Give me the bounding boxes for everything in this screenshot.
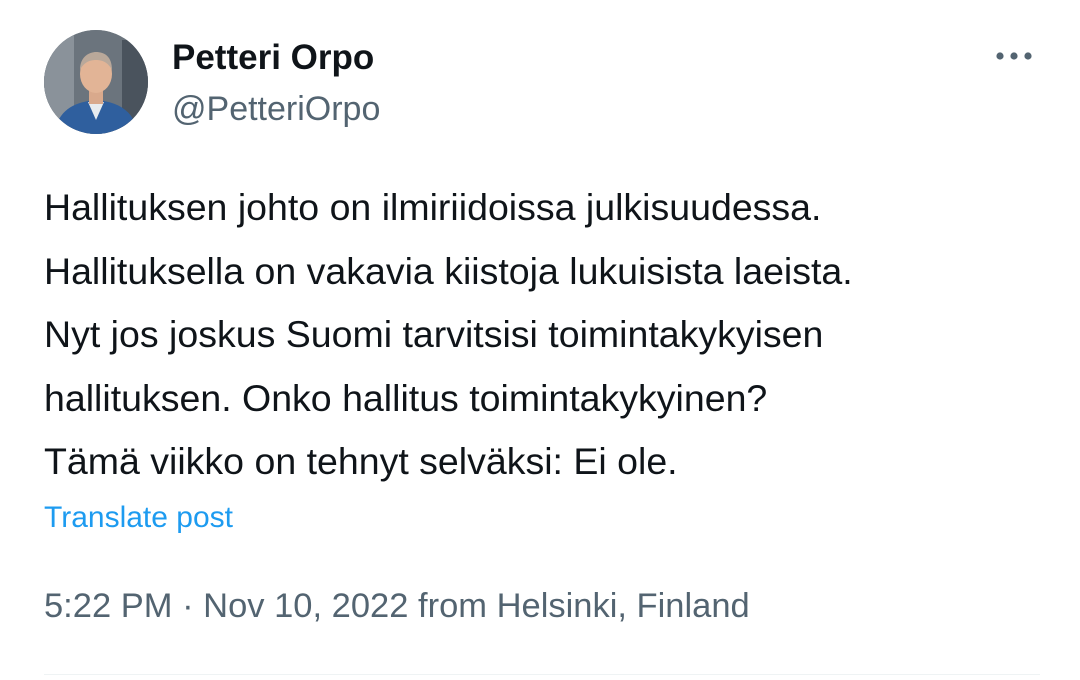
- tweet-text-line: Hallituksen johto on ilmiriidoissa julki…: [44, 186, 822, 228]
- author-name[interactable]: Petteri Orpo: [172, 38, 374, 78]
- timestamp-time[interactable]: 5:22 PM: [44, 587, 172, 625]
- avatar[interactable]: [44, 30, 148, 134]
- timestamp-date[interactable]: Nov 10, 2022: [203, 587, 408, 625]
- location-prefix: from: [418, 587, 487, 625]
- tweet-metadata: 5:22 PM · Nov 10, 2022 from Helsinki, Fi…: [44, 584, 750, 628]
- tweet-text-line: Hallituksella on vakavia kiistoja lukuis…: [44, 249, 853, 292]
- meta-separator: ·: [182, 587, 194, 625]
- tweet-text-line: Tämä viikko on tehnyt selväksi: Ei ole.: [44, 440, 678, 483]
- avatar-photo: [44, 30, 148, 134]
- author-handle[interactable]: @PetteriOrpo: [172, 89, 380, 129]
- divider: [44, 674, 1040, 675]
- more-options-button[interactable]: [988, 36, 1040, 76]
- tweet-card: Petteri Orpo @PetteriOrpo Hallituksen jo…: [0, 0, 1080, 680]
- tweet-text-line: Nyt jos joskus Suomi tarvitsisi toiminta…: [44, 313, 824, 356]
- location: Helsinki, Finland: [496, 587, 750, 625]
- tweet-text: Hallituksen johto on ilmiriidoissa julki…: [44, 176, 1054, 494]
- translate-post-link[interactable]: Translate post: [44, 498, 233, 538]
- more-horizontal-icon: [996, 52, 1032, 60]
- tweet-text-line: hallituksen. Onko hallitus toimintakykyi…: [44, 376, 768, 419]
